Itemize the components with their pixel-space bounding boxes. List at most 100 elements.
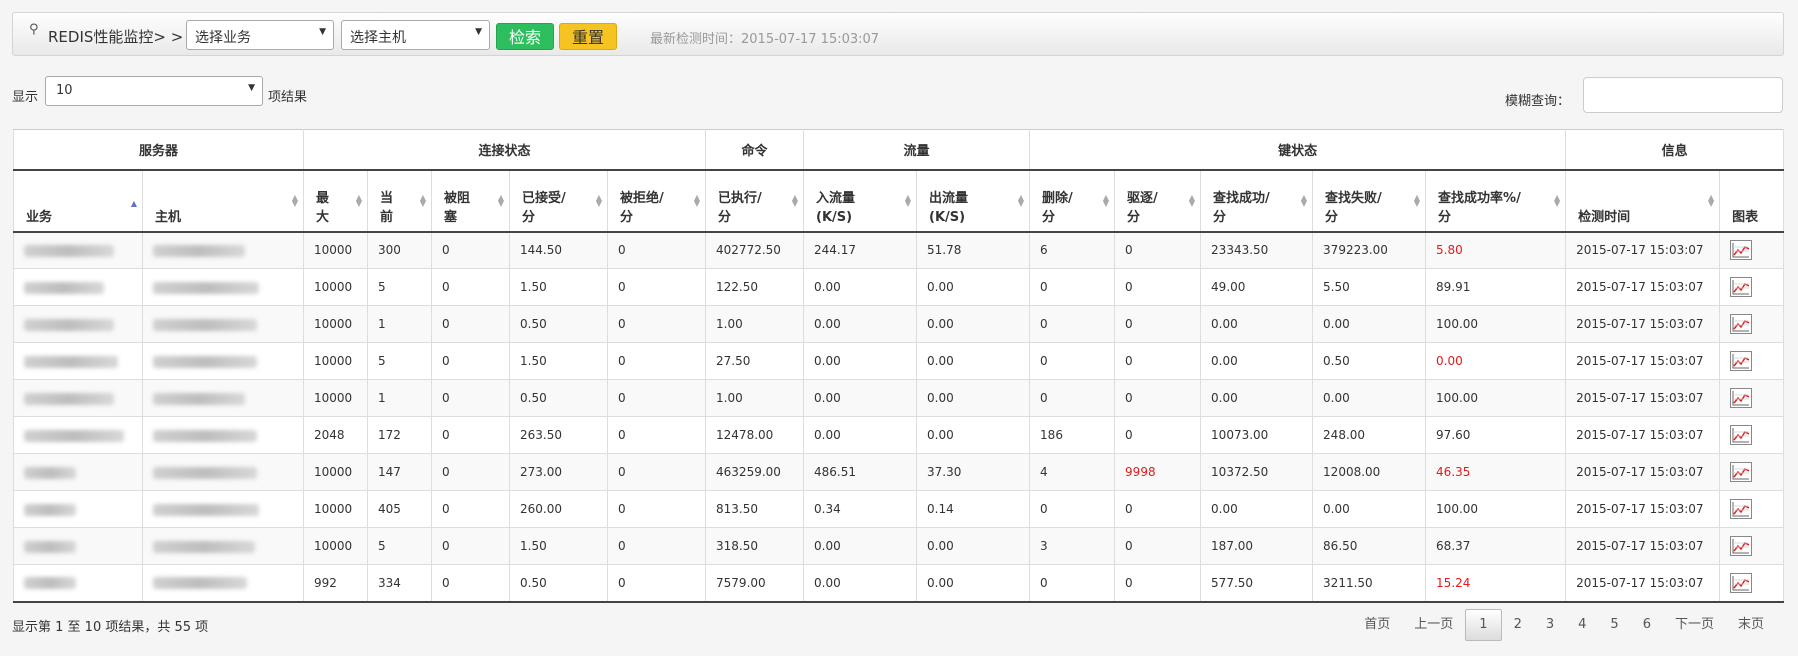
host-cell (141, 453, 305, 491)
table-row[interactable]: 10000 5 0 1.50 0 318.50 0.00 0.00 3 0 187.00 86.50 6… (13, 527, 1785, 565)
line-chart-icon[interactable] (1730, 572, 1753, 593)
cell-accepted: 260.00 (509, 490, 609, 528)
page-4-link[interactable]: 4 (1566, 610, 1598, 640)
col-header[interactable]: 业务 ▲ (13, 169, 143, 233)
redacted-text (24, 355, 118, 368)
table-row[interactable]: 10000 405 0 260.00 0 813.50 0.34 0.14 0 0 0.00 0.00… (13, 490, 1785, 528)
col-header[interactable]: 主机 ▲ ▼ (141, 169, 305, 233)
col-header[interactable]: 已执行/分 ▲ ▼ (705, 169, 805, 233)
redacted-text (24, 503, 76, 516)
business-cell (13, 231, 143, 269)
cell-in: 0.00 (803, 564, 918, 603)
next-page-link[interactable]: 下一页 (1663, 610, 1726, 640)
col-header-label: 删除/ (1042, 190, 1073, 206)
cell-out: 0.00 (916, 564, 1031, 603)
col-header[interactable]: 查找成功/分 ▲ ▼ (1200, 169, 1314, 233)
cell-time: 2015-07-17 15:03:07 (1565, 416, 1721, 454)
cell-rate: 100.00 (1425, 379, 1567, 417)
table-row[interactable]: 10000 147 0 273.00 0 463259.00 486.51 37.30 4 999… (13, 453, 1785, 491)
chevron-down-icon: ▼ (319, 27, 326, 37)
redacted-text (153, 577, 247, 590)
search-button[interactable]: 检索 (496, 23, 554, 50)
cell-rejected: 0 (607, 453, 707, 491)
line-chart-icon[interactable] (1730, 351, 1753, 371)
col-header[interactable]: 出流量 (K/S) ▲ ▼ (916, 169, 1031, 233)
table-row[interactable]: 10000 1 0 0.50 0 1.00 0.00 0.00 0 0 0.00 0.00 100.00… (13, 305, 1785, 343)
filter-input[interactable] (1583, 77, 1783, 113)
page-1-link[interactable]: 1 (1465, 609, 1502, 641)
cell-rejected: 0 (607, 268, 707, 306)
length-suffix: 项结果 (268, 90, 308, 105)
col-header[interactable]: 删除/分 ▲ ▼ (1029, 169, 1116, 233)
redacted-text (153, 503, 259, 516)
line-chart-icon[interactable] (1730, 462, 1753, 482)
cell-cur: 1 (367, 305, 433, 343)
table-row[interactable]: 10000 1 0 0.50 0 1.00 0.00 0.00 0 0 0.00 0.00 100.00… (13, 379, 1785, 417)
line-chart-icon[interactable] (1730, 536, 1753, 556)
last-page-link[interactable]: 末页 (1726, 610, 1776, 640)
cell-rate: 0.00 (1425, 342, 1567, 380)
cell-hit: 0.00 (1200, 490, 1314, 528)
prev-page-link[interactable]: 上一页 (1402, 610, 1465, 640)
cell-out: 37.30 (916, 453, 1031, 491)
cell-del: 0 (1029, 268, 1116, 306)
redacted-text (153, 244, 245, 257)
table-row[interactable]: 2048 172 0 263.50 0 12478.00 0.00 0.00 186 0 10073… (13, 416, 1785, 454)
col-header[interactable]: 最大 ▲ ▼ (303, 169, 369, 233)
col-header-label: 检测时间 (1578, 209, 1631, 225)
business-select[interactable]: 选择业务 ▼ (186, 20, 334, 50)
host-select[interactable]: 选择主机 ▼ (341, 20, 490, 50)
cell-out: 0.00 (916, 379, 1031, 417)
table-info: 显示第 1 至 10 项结果，共 55 项 (12, 620, 209, 635)
cell-blocked: 0 (431, 527, 511, 565)
cell-miss: 0.00 (1312, 379, 1427, 417)
line-chart-icon[interactable] (1730, 240, 1753, 261)
cell-miss: 0.00 (1312, 305, 1427, 343)
redacted-text (153, 281, 259, 294)
col-header-label: 塞 (444, 209, 458, 225)
cell-time: 2015-07-17 15:03:07 (1565, 268, 1721, 306)
page-2-link[interactable]: 2 (1502, 610, 1534, 640)
cell-executed: 1.00 (705, 305, 805, 343)
col-header-label: (K/S) (929, 209, 966, 225)
cell-accepted: 0.50 (509, 564, 609, 603)
col-header-label: 已执行/ (718, 190, 762, 206)
col-header[interactable]: 驱逐/分 ▲ ▼ (1114, 169, 1202, 233)
cell-cur: 5 (367, 342, 433, 380)
col-header-label: 查找成功率%/ (1438, 190, 1521, 206)
business-cell (13, 305, 143, 343)
line-chart-icon[interactable] (1730, 388, 1753, 408)
cell-evict: 9998 (1114, 453, 1202, 491)
table-row[interactable]: 10000 5 0 1.50 0 122.50 0.00 0.00 0 0 49.00 5.50 89.… (13, 268, 1785, 306)
redacted-text (24, 392, 114, 405)
page-6-link[interactable]: 6 (1631, 610, 1663, 640)
col-header[interactable]: 被阻塞 ▲ ▼ (431, 169, 511, 233)
first-page-link[interactable]: 首页 (1352, 610, 1402, 640)
page-3-link[interactable]: 3 (1534, 610, 1566, 640)
col-header[interactable]: 入流量 (K/S) ▲ ▼ (803, 169, 918, 233)
col-header[interactable]: 被拒绝/分 ▲ ▼ (607, 169, 707, 233)
table-row[interactable]: 10000 300 0 144.50 0 402772.50 244.17 51.78 6 0 23… (13, 231, 1785, 269)
line-chart-icon[interactable] (1730, 499, 1753, 519)
col-header[interactable]: 当前 ▲ ▼ (367, 169, 433, 233)
page-length-select[interactable]: 10 ▼ (45, 76, 263, 106)
business-cell (13, 379, 143, 417)
line-chart-icon[interactable] (1730, 277, 1753, 297)
table-row[interactable]: 992 334 0 0.50 0 7579.00 0.00 0.00 0 0 577.50 3211.… (13, 564, 1785, 603)
col-header[interactable]: 已接受/分 ▲ ▼ (509, 169, 609, 233)
col-header[interactable]: 查找失败/分 ▲ ▼ (1312, 169, 1427, 233)
cell-rejected: 0 (607, 379, 707, 417)
line-chart-icon[interactable] (1730, 425, 1753, 445)
col-header[interactable]: 查找成功率%/ 分 ▲ ▼ (1425, 169, 1567, 233)
reset-button[interactable]: 重置 (559, 23, 617, 50)
col-header-label: 业务 (26, 209, 53, 225)
redacted-text (153, 392, 245, 405)
page-5-link[interactable]: 5 (1598, 610, 1630, 640)
search-icon: ⚲ (29, 22, 39, 37)
redacted-text (153, 540, 255, 553)
col-header-label: 分 (1438, 209, 1452, 225)
line-chart-icon[interactable] (1730, 314, 1753, 334)
cell-rate: 89.91 (1425, 268, 1567, 306)
col-header[interactable]: 检测时间 ▲ ▼ (1565, 169, 1721, 233)
table-row[interactable]: 10000 5 0 1.50 0 27.50 0.00 0.00 0 0 0.00 0.50 0.00 2… (13, 342, 1785, 380)
